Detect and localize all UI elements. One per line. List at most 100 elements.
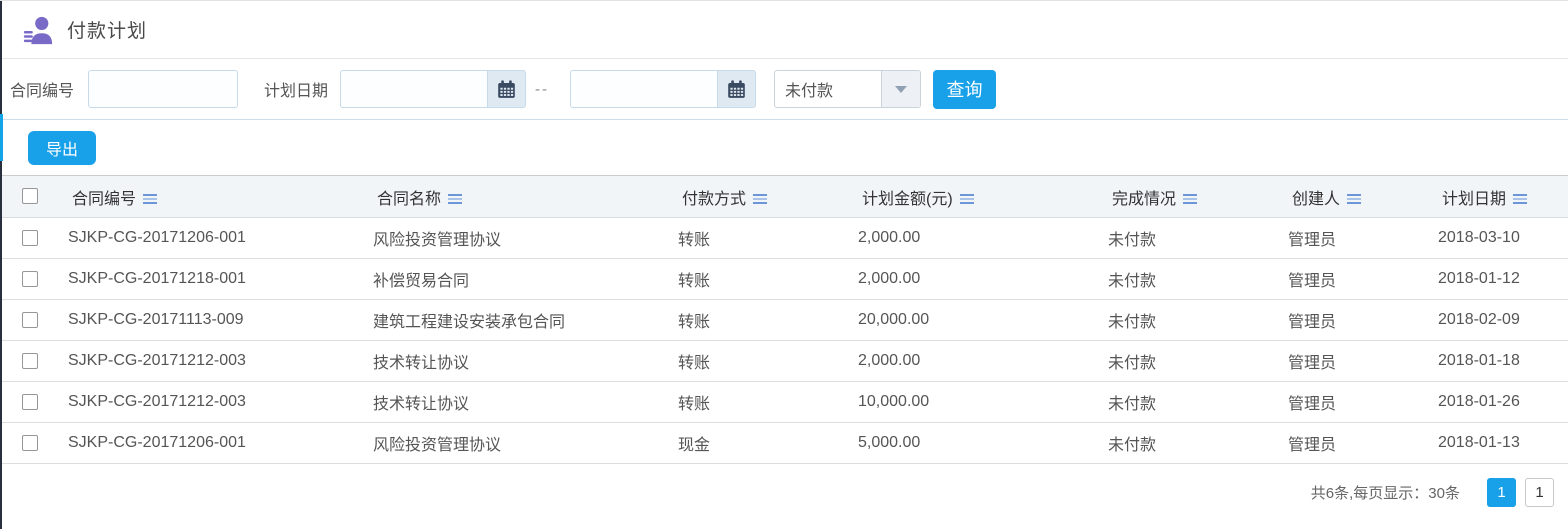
row-checkbox[interactable] [22, 393, 38, 410]
select-all-checkbox[interactable] [22, 188, 38, 205]
cell-status: 未付款 [1100, 422, 1280, 464]
payment-plan-table: 合同编号 合同名称 付款方式 计划金额(元) 完成情况 创建人 计划日期 SJK… [0, 175, 1568, 464]
left-accent-bar [0, 114, 3, 161]
table-row: SJKP-CG-20171113-009 建筑工程建设安装承包合同 转账 20,… [0, 299, 1568, 341]
date-from-input[interactable] [340, 70, 488, 108]
person-list-icon [23, 16, 53, 44]
date-range-separator: -- [535, 80, 550, 98]
page-jump-box[interactable]: 1 [1525, 477, 1554, 507]
cell-contract-no: SJKP-CG-20171206-001 [60, 217, 365, 259]
cell-creator: 管理员 [1280, 299, 1430, 341]
payment-status-selected-value: 未付款 [785, 83, 834, 100]
cell-status: 未付款 [1100, 340, 1280, 382]
export-button[interactable]: 导出 [28, 130, 96, 165]
cell-amount: 5,000.00 [850, 422, 1100, 464]
cell-contract-name: 风险投资管理协议 [365, 217, 670, 259]
cell-creator: 管理员 [1280, 258, 1430, 300]
sort-icon [448, 194, 463, 205]
sort-icon [1183, 194, 1198, 205]
col-label: 合同编号 [72, 190, 137, 208]
row-checkbox[interactable] [22, 311, 38, 328]
cell-plan-date: 2018-01-26 [1430, 381, 1568, 423]
filter-bar: 合同编号 计划日期 -- 未付款 查询 [0, 59, 1568, 120]
table-row: SJKP-CG-20171206-001 风险投资管理协议 现金 5,000.0… [0, 422, 1568, 464]
cell-creator: 管理员 [1280, 340, 1430, 382]
cell-pay-method: 转账 [670, 217, 850, 259]
sort-icon [143, 194, 158, 205]
contract-no-input[interactable] [88, 70, 239, 108]
cell-status: 未付款 [1100, 217, 1280, 259]
col-label: 创建人 [1292, 190, 1341, 208]
table-row: SJKP-CG-20171206-001 风险投资管理协议 转账 2,000.0… [0, 217, 1568, 259]
col-header-status[interactable]: 完成情况 [1100, 175, 1280, 218]
pagination-bar: 共6条,每页显示：30条 1 1 [0, 464, 1568, 520]
cell-contract-no: SJKP-CG-20171212-003 [60, 381, 365, 423]
row-checkbox[interactable] [22, 229, 38, 246]
title-bar: 付款计划 [0, 1, 1568, 59]
col-header-pay-method[interactable]: 付款方式 [670, 175, 850, 218]
cell-creator: 管理员 [1280, 217, 1430, 259]
cell-plan-date: 2018-01-12 [1430, 258, 1568, 300]
cell-plan-date: 2018-01-13 [1430, 422, 1568, 464]
cell-amount: 2,000.00 [850, 258, 1100, 300]
search-button[interactable]: 查询 [933, 69, 997, 109]
row-checkbox[interactable] [22, 352, 38, 369]
toolbar: 导出 [0, 120, 1568, 175]
col-header-amount[interactable]: 计划金额(元) [850, 175, 1100, 218]
sort-icon [959, 194, 974, 205]
cell-status: 未付款 [1100, 381, 1280, 423]
date-to-group [570, 70, 757, 108]
cell-contract-name: 技术转让协议 [365, 381, 670, 423]
col-header-creator[interactable]: 创建人 [1280, 175, 1430, 218]
cell-pay-method: 转账 [670, 258, 850, 300]
table-row: SJKP-CG-20171212-003 技术转让协议 转账 10,000.00… [0, 381, 1568, 423]
cell-plan-date: 2018-03-10 [1430, 217, 1568, 259]
sort-icon [1347, 194, 1362, 205]
table-row: SJKP-CG-20171212-003 技术转让协议 转账 2,000.00 … [0, 340, 1568, 382]
sort-icon [753, 194, 768, 205]
cell-amount: 2,000.00 [850, 217, 1100, 259]
page-button-current[interactable]: 1 [1487, 477, 1516, 507]
col-label: 完成情况 [1112, 190, 1177, 208]
cell-contract-name: 补偿贸易合同 [365, 258, 670, 300]
row-checkbox[interactable] [22, 270, 38, 287]
cell-amount: 10,000.00 [850, 381, 1100, 423]
cell-contract-name: 建筑工程建设安装承包合同 [365, 299, 670, 341]
sort-icon [1513, 194, 1528, 205]
calendar-icon [728, 79, 745, 98]
select-arrow-area[interactable] [881, 71, 921, 107]
contract-no-label: 合同编号 [10, 83, 75, 100]
cell-contract-no: SJKP-CG-20171113-009 [60, 299, 365, 341]
cell-status: 未付款 [1100, 299, 1280, 341]
cell-creator: 管理员 [1280, 381, 1430, 423]
col-header-contract-no[interactable]: 合同编号 [60, 175, 365, 218]
date-to-calendar-button[interactable] [717, 70, 757, 108]
date-from-calendar-button[interactable] [487, 70, 527, 108]
cell-contract-name: 风险投资管理协议 [365, 422, 670, 464]
cell-pay-method: 转账 [670, 381, 850, 423]
col-label: 付款方式 [682, 190, 747, 208]
col-label: 计划金额(元) [862, 190, 953, 208]
table-row: SJKP-CG-20171218-001 补偿贸易合同 转账 2,000.00 … [0, 258, 1568, 300]
chevron-down-icon [895, 85, 908, 93]
cell-contract-no: SJKP-CG-20171206-001 [60, 422, 365, 464]
pagination-summary: 共6条,每页显示：30条 [1310, 484, 1460, 502]
col-header-plan-date[interactable]: 计划日期 [1430, 175, 1568, 218]
date-from-group [340, 70, 527, 108]
payment-status-select[interactable]: 未付款 [774, 70, 922, 108]
row-checkbox[interactable] [22, 434, 38, 451]
cell-pay-method: 转账 [670, 299, 850, 341]
plan-date-label: 计划日期 [264, 83, 329, 100]
payment-plan-page: 付款计划 合同编号 计划日期 -- 未付款 查询 导出 合同编号 合同名称 付款… [0, 0, 1568, 529]
col-label: 合同名称 [377, 190, 442, 208]
col-header-contract-name[interactable]: 合同名称 [365, 175, 670, 218]
cell-contract-no: SJKP-CG-20171218-001 [60, 258, 365, 300]
cell-amount: 20,000.00 [850, 299, 1100, 341]
calendar-icon [498, 79, 515, 98]
cell-status: 未付款 [1100, 258, 1280, 300]
cell-plan-date: 2018-01-18 [1430, 340, 1568, 382]
col-label: 计划日期 [1442, 190, 1507, 208]
page-title: 付款计划 [67, 21, 148, 42]
date-to-input[interactable] [570, 70, 718, 108]
left-edge-divider [0, 1, 2, 529]
